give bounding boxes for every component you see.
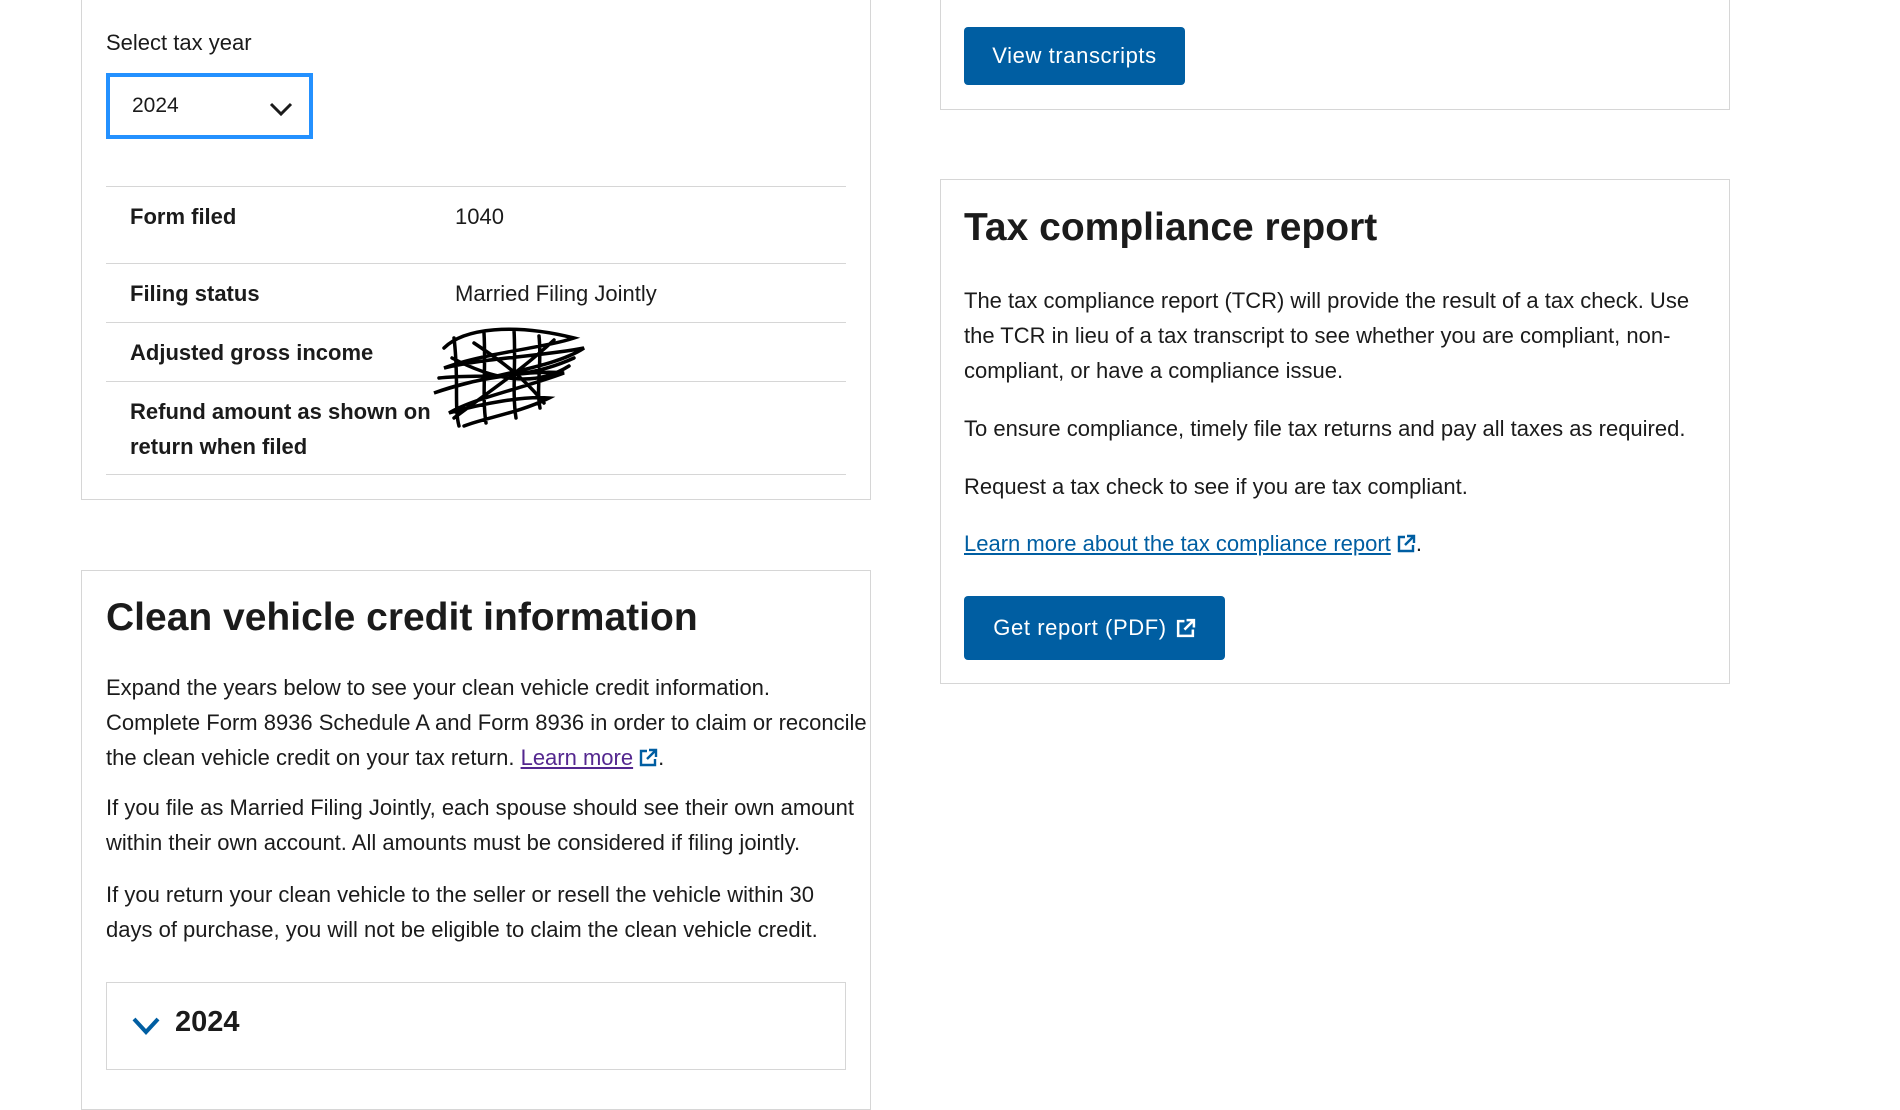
redaction-scribble [433, 327, 585, 428]
adjusted-gross-income-label: Adjusted gross income [130, 340, 374, 365]
chevron-down-icon [132, 1017, 160, 1035]
cvc-joint-line: within their own account. All amounts mu… [106, 830, 801, 855]
table-divider [106, 263, 846, 264]
external-link-icon [1397, 534, 1416, 553]
table-divider [106, 474, 846, 475]
external-link-icon [1176, 618, 1195, 637]
get-report-label: Get report (PDF) [993, 615, 1167, 640]
cvc-return-line: days of purchase, you will not be eligib… [106, 917, 818, 942]
accordion-year-label: 2024 [175, 1006, 240, 1038]
tcr-description: The tax compliance report (TCR) will pro… [964, 283, 1689, 388]
form-filed-label: Form filed [130, 204, 237, 229]
period: . [658, 745, 665, 770]
refund-amount-label-line1: Refund amount as shown on [130, 399, 431, 424]
chevron-down-icon [269, 102, 293, 117]
filing-status-value: Married Filing Jointly [455, 281, 657, 306]
cvc-return-line: If you return your clean vehicle to the … [106, 882, 815, 907]
form-filed-value: 1040 [455, 204, 504, 229]
tax-year-select[interactable]: 2024 [106, 73, 313, 139]
filing-status-label: Filing status [130, 281, 260, 306]
cvc-intro-line: the clean vehicle credit on your tax ret… [106, 745, 515, 770]
tcr-learn-more-line: Learn more about the tax compliance repo… [964, 526, 1422, 561]
tcr-description-line: compliant, or have a compliance issue. [964, 358, 1344, 383]
refund-amount-label: Refund amount as shown on return when fi… [130, 394, 431, 464]
tax-year-select-value: 2024 [132, 94, 179, 117]
refund-amount-label-line2: return when filed [130, 434, 308, 459]
tcr-compliance-note: To ensure compliance, timely file tax re… [964, 416, 1686, 441]
cvc-joint-filing-note: If you file as Married Filing Jointly, e… [106, 790, 854, 860]
cvc-learn-more-link[interactable]: Learn more [521, 745, 634, 770]
cvc-intro: Expand the years below to see your clean… [106, 670, 867, 775]
get-report-pdf-button[interactable]: Get report (PDF) [964, 596, 1225, 660]
tcr-request-note: Request a tax check to see if you are ta… [964, 474, 1468, 499]
select-tax-year-label: Select tax year [106, 30, 252, 55]
tcr-title: Tax compliance report [964, 206, 1378, 249]
cvc-intro-line: Expand the years below to see your clean… [106, 675, 771, 700]
cvc-intro-line: Complete Form 8936 Schedule A and Form 8… [106, 710, 867, 735]
view-transcripts-button[interactable]: View transcripts [964, 27, 1185, 85]
accordion-year-2024[interactable]: 2024 [106, 982, 846, 1070]
cvc-return-note: If you return your clean vehicle to the … [106, 877, 818, 947]
period: . [1415, 531, 1422, 556]
cvc-joint-line: If you file as Married Filing Jointly, e… [106, 795, 854, 820]
cvc-title: Clean vehicle credit information [106, 596, 698, 639]
table-divider [106, 186, 846, 187]
tcr-description-line: The tax compliance report (TCR) will pro… [964, 288, 1690, 313]
external-link-icon [639, 748, 658, 767]
tcr-learn-more-link[interactable]: Learn more about the tax compliance repo… [964, 531, 1391, 556]
tcr-description-line: the TCR in lieu of a tax transcript to s… [964, 323, 1671, 348]
